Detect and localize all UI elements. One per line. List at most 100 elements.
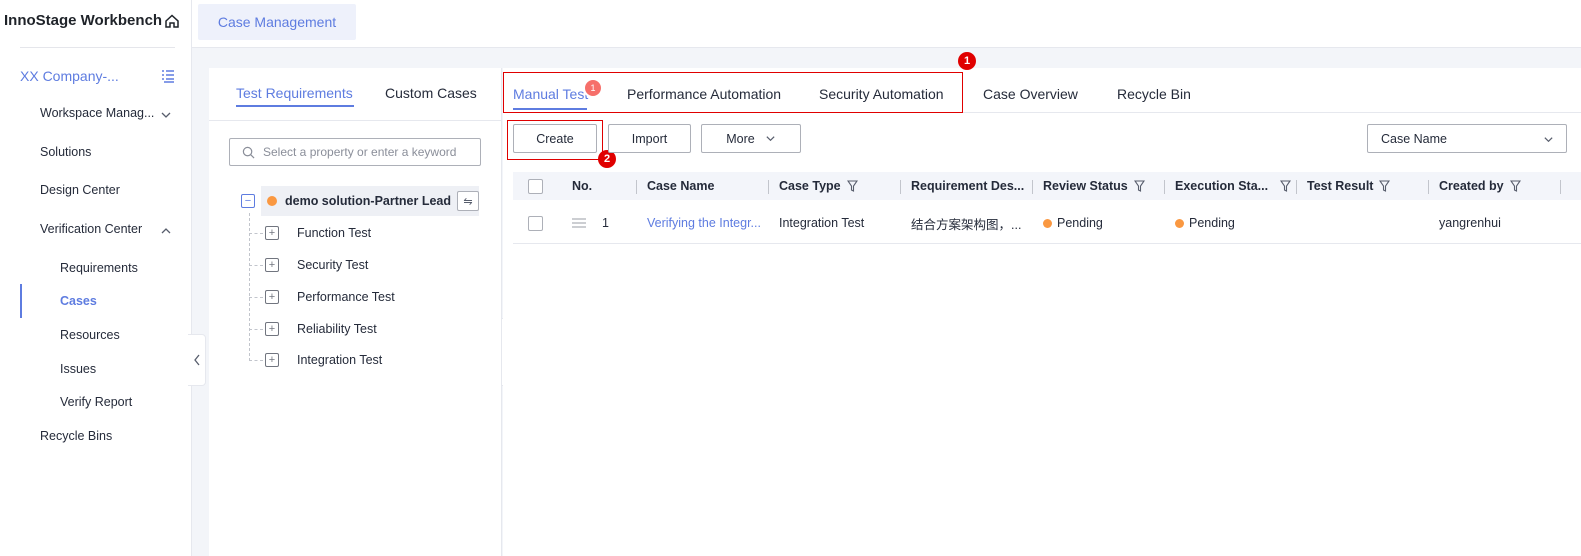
chevron-down-icon	[766, 136, 775, 142]
project-selector[interactable]: XX Company-...	[20, 68, 119, 84]
execution-status-label: Pending	[1189, 216, 1235, 230]
active-indicator	[20, 284, 22, 318]
tree-search-input[interactable]: Select a property or enter a keyword	[229, 138, 481, 166]
tab-case-overview[interactable]: Case Overview	[983, 86, 1078, 102]
select-all-checkbox[interactable]	[528, 172, 543, 200]
row-checkbox[interactable]	[528, 202, 543, 244]
collapse-icon[interactable]: −	[241, 194, 255, 208]
tree-root-label: demo solution-Partner Lead	[285, 194, 451, 208]
status-dot	[1175, 218, 1184, 228]
col-created-by-label: Created by	[1439, 179, 1504, 193]
col-review-status-label: Review Status	[1043, 179, 1128, 193]
col-test-result[interactable]: Test Result	[1307, 172, 1391, 200]
tree-connector	[249, 213, 250, 361]
col-review-status[interactable]: Review Status	[1043, 172, 1145, 200]
tree-node-function-test[interactable]: + Function Test	[249, 226, 372, 240]
left-navigation: InnoStage Workbench XX Company-... Works…	[0, 0, 192, 556]
more-label: More	[726, 131, 755, 146]
col-test-result-label: Test Result	[1307, 179, 1374, 193]
nav-design-center[interactable]: Design Center	[40, 183, 120, 197]
created-by-cell: yangrenhui	[1439, 216, 1501, 230]
nav-solutions[interactable]: Solutions	[40, 145, 91, 159]
nav-requirements[interactable]: Requirements	[60, 261, 138, 275]
expand-icon[interactable]: +	[265, 258, 279, 272]
nav-recycle-bins[interactable]: Recycle Bins	[40, 429, 112, 443]
requirement-cell: 结合方案架构图，...	[911, 217, 1022, 232]
case-type-cell: Integration Test	[779, 216, 865, 230]
execution-status-cell: Pending	[1175, 202, 1235, 244]
tree-node-security-test[interactable]: + Security Test	[249, 258, 369, 272]
col-created-by[interactable]: Created by	[1439, 172, 1521, 200]
active-tab-underline	[236, 105, 354, 107]
review-status-label: Pending	[1057, 216, 1103, 230]
col-execution-status-label: Execution Sta...	[1175, 179, 1269, 193]
drag-handle-icon[interactable]	[571, 217, 587, 229]
nav-workspace-management[interactable]: Workspace Manag...	[40, 106, 154, 120]
col-requirement-desc[interactable]: Requirement Des...	[911, 172, 1024, 200]
requirements-tree-panel: Test Requirements Custom Cases Select a …	[209, 68, 502, 556]
status-dot	[267, 196, 277, 206]
chevron-down-icon[interactable]	[160, 109, 172, 121]
import-button[interactable]: Import	[608, 124, 691, 153]
nav-verification-center[interactable]: Verification Center	[40, 222, 142, 236]
tree-node-reliability-test[interactable]: + Reliability Test	[249, 322, 377, 336]
nav-resources[interactable]: Resources	[60, 328, 120, 342]
divider	[20, 47, 175, 48]
filter-icon[interactable]	[1379, 180, 1391, 192]
expand-icon[interactable]: +	[265, 322, 279, 336]
brand[interactable]: InnoStage Workbench	[4, 12, 180, 29]
expand-icon[interactable]: +	[265, 290, 279, 304]
filter-icon[interactable]	[846, 180, 858, 192]
tab-test-requirements[interactable]: Test Requirements	[236, 85, 353, 101]
table-row[interactable]: 1 Verifying the Integr... Integration Te…	[513, 202, 1581, 244]
nav-cases[interactable]: Cases	[60, 294, 97, 308]
filter-icon[interactable]	[1280, 180, 1292, 192]
tree-root-node[interactable]: − demo solution-Partner Lead	[241, 189, 451, 213]
select-value: Case Name	[1381, 131, 1447, 146]
callout-box-create	[507, 120, 603, 160]
chevron-left-icon	[193, 354, 200, 366]
col-case-type-label: Case Type	[779, 179, 841, 193]
collapse-sidebar-button[interactable]	[188, 334, 206, 386]
review-status-cell: Pending	[1043, 202, 1103, 244]
row-number: 1	[571, 202, 609, 244]
callout-marker-1: 1	[958, 52, 976, 70]
col-execution-status[interactable]: Execution Sta...	[1175, 172, 1292, 200]
top-tab-strip: Case Management	[192, 0, 1581, 48]
case-list-panel: Manual Test 1 Performance Automation Sec…	[503, 52, 1581, 556]
filter-icon[interactable]	[1509, 180, 1521, 192]
chevron-down-icon	[1544, 137, 1553, 143]
tab-custom-cases[interactable]: Custom Cases	[385, 85, 477, 101]
col-case-name[interactable]: Case Name	[647, 172, 714, 200]
row-no: 1	[602, 216, 609, 230]
switch-icon[interactable]: ⇋	[457, 191, 479, 211]
search-icon	[242, 146, 255, 158]
table-header: No. Case Name Case Type Requirement Des.…	[513, 172, 1581, 200]
callout-box-tabs	[503, 72, 963, 113]
more-button[interactable]: More	[701, 124, 801, 153]
tree-node-label: Security Test	[297, 258, 369, 272]
expand-icon[interactable]: +	[265, 353, 279, 367]
list-icon[interactable]	[160, 68, 176, 84]
expand-icon[interactable]: +	[265, 226, 279, 240]
status-dot	[1043, 218, 1052, 228]
brand-title: InnoStage Workbench	[4, 12, 163, 29]
home-icon[interactable]	[164, 13, 180, 29]
tree-node-performance-test[interactable]: + Performance Test	[249, 290, 395, 304]
col-no[interactable]: No.	[572, 172, 592, 200]
search-placeholder: Select a property or enter a keyword	[263, 145, 457, 159]
tree-node-integration-test[interactable]: + Integration Test	[249, 353, 382, 367]
search-field-select[interactable]: Case Name	[1367, 124, 1567, 153]
case-name-link[interactable]: Verifying the Integr...	[647, 202, 761, 244]
tree-node-label: Function Test	[297, 226, 372, 240]
filter-icon[interactable]	[1133, 180, 1145, 192]
chevron-up-icon[interactable]	[160, 225, 172, 237]
nav-issues[interactable]: Issues	[60, 362, 96, 376]
tree-node-label: Reliability Test	[297, 322, 377, 336]
nav-verify-report[interactable]: Verify Report	[60, 395, 132, 409]
tab-recycle-bin[interactable]: Recycle Bin	[1117, 86, 1191, 102]
tab-case-management[interactable]: Case Management	[198, 4, 356, 40]
tree-node-label: Performance Test	[297, 290, 395, 304]
col-case-type[interactable]: Case Type	[779, 172, 858, 200]
divider	[209, 120, 502, 121]
